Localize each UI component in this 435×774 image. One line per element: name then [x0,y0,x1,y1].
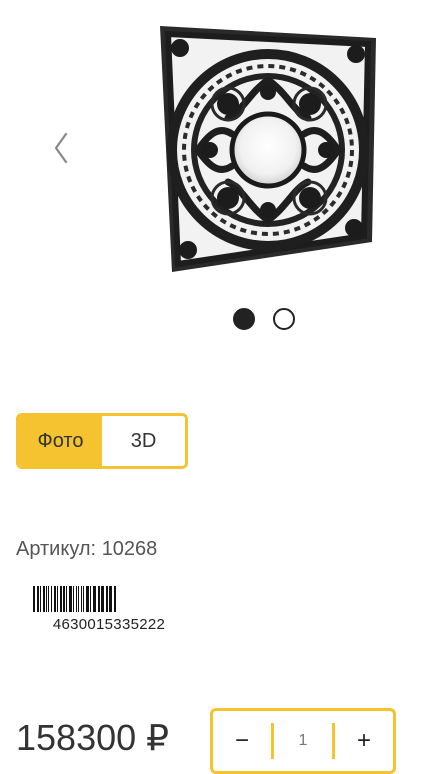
decrease-button[interactable]: − [213,711,271,771]
price: 158300 ₽ [16,716,169,760]
barcode: 4630015335222 [32,586,186,633]
product-gallery [0,0,435,330]
slider-dot-2[interactable] [273,308,295,330]
chevron-left-icon[interactable] [48,128,76,168]
article-number: 10268 [101,538,158,560]
barcode-bars [33,586,116,612]
product-image [160,26,376,272]
view-toggle: Фото 3D [16,413,188,469]
quantity-input[interactable] [274,731,332,751]
slider-dot-1[interactable] [233,308,255,330]
article-label: Артикул: [16,538,97,560]
quantity-stepper: − + [210,708,396,774]
3d-tab[interactable]: 3D [102,416,185,466]
barcode-number: 4630015335222 [52,616,166,633]
slider-dots [233,308,295,332]
photo-tab[interactable]: Фото [19,416,102,466]
price-value: 158300 [16,717,137,758]
currency-symbol: ₽ [146,717,170,758]
increase-button[interactable]: + [335,711,393,771]
article-line: Артикул: 10268 [16,538,157,561]
